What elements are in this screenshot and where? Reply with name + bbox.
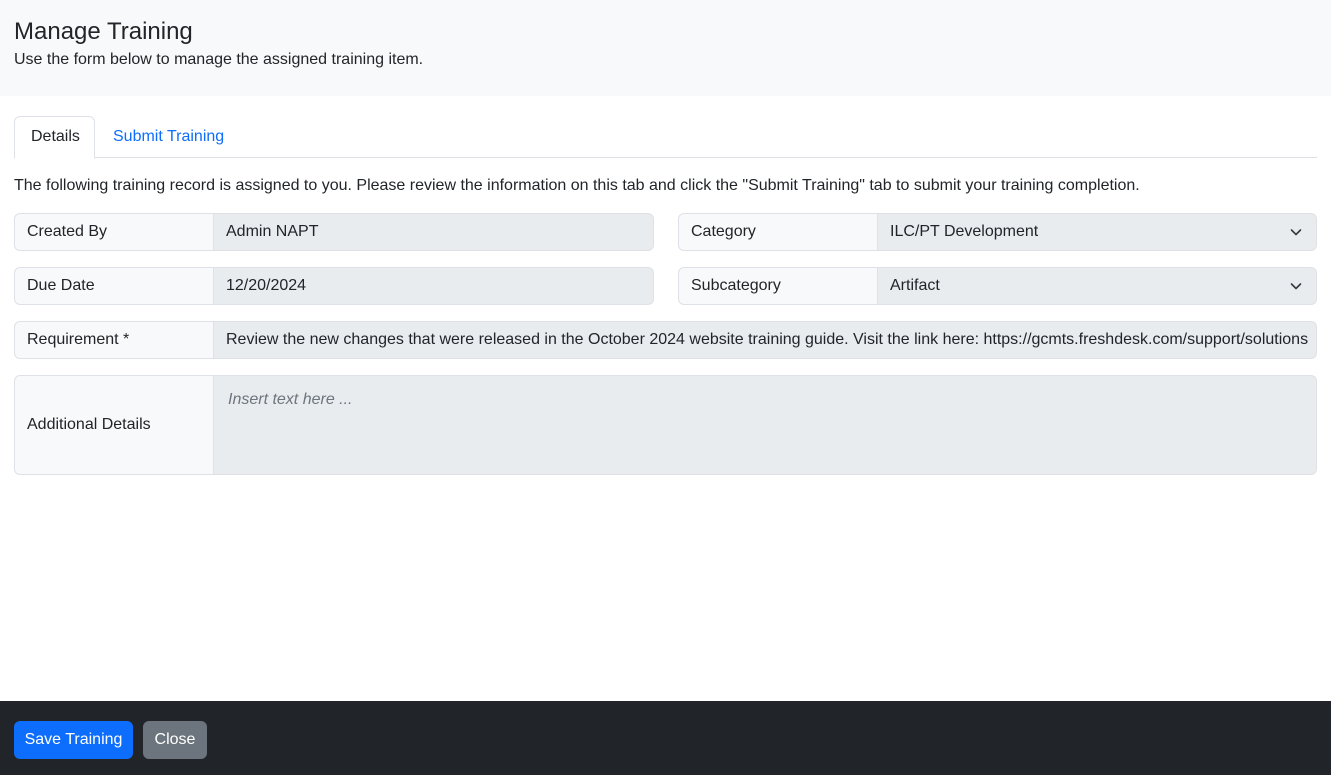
close-button[interactable]: Close bbox=[143, 721, 207, 759]
subcategory-select[interactable]: Artifact bbox=[877, 267, 1317, 305]
category-value: ILC/PT Development bbox=[890, 223, 1039, 240]
subcategory-label: Subcategory bbox=[678, 267, 877, 305]
requirement-group: Requirement * Review the new changes tha… bbox=[14, 321, 1317, 359]
chevron-down-icon bbox=[1290, 283, 1302, 290]
chevron-down-icon bbox=[1290, 229, 1302, 236]
save-training-button[interactable]: Save Training bbox=[14, 721, 133, 759]
page-header: Manage Training Use the form below to ma… bbox=[0, 0, 1331, 96]
footer-bar: Save Training Close bbox=[0, 701, 1331, 775]
category-select[interactable]: ILC/PT Development bbox=[877, 213, 1317, 251]
due-date-field: 12/20/2024 bbox=[213, 267, 654, 305]
subcategory-value: Artifact bbox=[890, 277, 940, 294]
page-title: Manage Training bbox=[14, 18, 193, 45]
requirement-field: Review the new changes that were release… bbox=[213, 321, 1317, 359]
tab-details[interactable]: Details bbox=[14, 116, 95, 159]
due-date-group: Due Date 12/20/2024 bbox=[14, 267, 654, 305]
tab-bar: Details Submit Training bbox=[14, 116, 1317, 159]
additional-details-textarea[interactable]: Insert text here ... bbox=[213, 375, 1317, 475]
created-by-field: Admin NAPT bbox=[213, 213, 654, 251]
additional-details-group: Additional Details Insert text here ... bbox=[14, 375, 1317, 475]
category-group: Category ILC/PT Development bbox=[678, 213, 1317, 251]
category-label: Category bbox=[678, 213, 877, 251]
created-by-group: Created By Admin NAPT bbox=[14, 213, 654, 251]
created-by-label: Created By bbox=[14, 213, 213, 251]
due-date-label: Due Date bbox=[14, 267, 213, 305]
tab-submit-training[interactable]: Submit Training bbox=[96, 116, 241, 158]
additional-details-label: Additional Details bbox=[14, 375, 213, 475]
page-subtitle: Use the form below to manage the assigne… bbox=[14, 51, 424, 68]
requirement-label: Requirement * bbox=[14, 321, 213, 359]
subcategory-group: Subcategory Artifact bbox=[678, 267, 1317, 305]
intro-text: The following training record is assigne… bbox=[14, 177, 1140, 194]
